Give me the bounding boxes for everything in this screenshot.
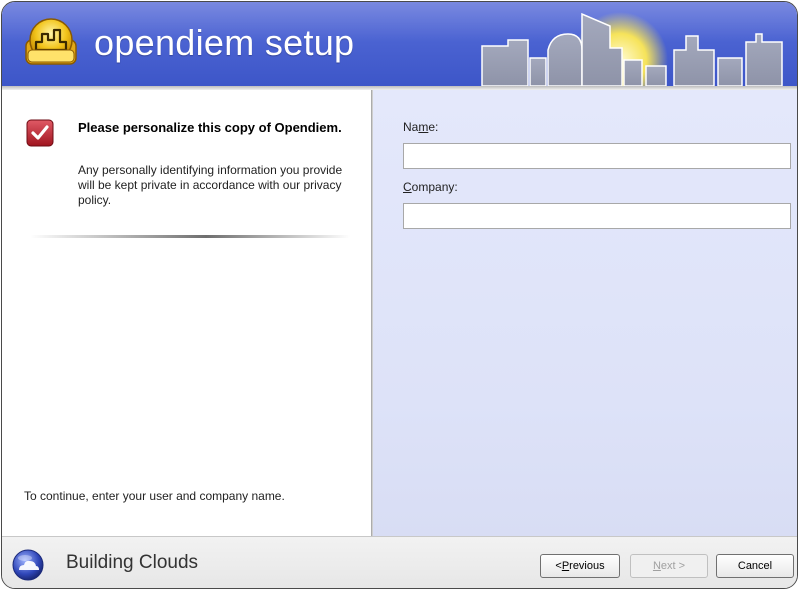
name-field[interactable]: [403, 143, 791, 169]
company-label: Company:: [403, 180, 458, 194]
section-separator: [30, 235, 350, 238]
building-clouds-logo-icon: [12, 549, 44, 581]
brand-name: Building Clouds: [66, 552, 199, 573]
info-pane: Please personalize this copy of Opendiem…: [2, 90, 371, 536]
bottom-bar: Building Clouds < Previous Next > Cancel: [2, 536, 797, 588]
city-skyline-graphic: [481, 12, 783, 86]
setup-window: opendiem setup Please personalize this c…: [1, 1, 798, 589]
previous-button[interactable]: < Previous: [540, 554, 620, 578]
checkbox-check-icon: [26, 119, 54, 147]
form-pane: Name: Company:: [373, 90, 797, 536]
cancel-button[interactable]: Cancel: [716, 554, 794, 578]
intro-description: Any personally identifying information y…: [78, 163, 343, 207]
header-banner: opendiem setup: [2, 2, 797, 86]
company-field[interactable]: [403, 203, 791, 229]
name-label: Name:: [403, 120, 439, 134]
next-button[interactable]: Next >: [630, 554, 708, 578]
app-title: opendiem setup: [94, 22, 355, 63]
continue-hint: To continue, enter your user and company…: [24, 489, 285, 503]
intro-heading: Please personalize this copy of Opendiem…: [78, 120, 342, 135]
opendiem-logo-icon: [25, 18, 77, 65]
